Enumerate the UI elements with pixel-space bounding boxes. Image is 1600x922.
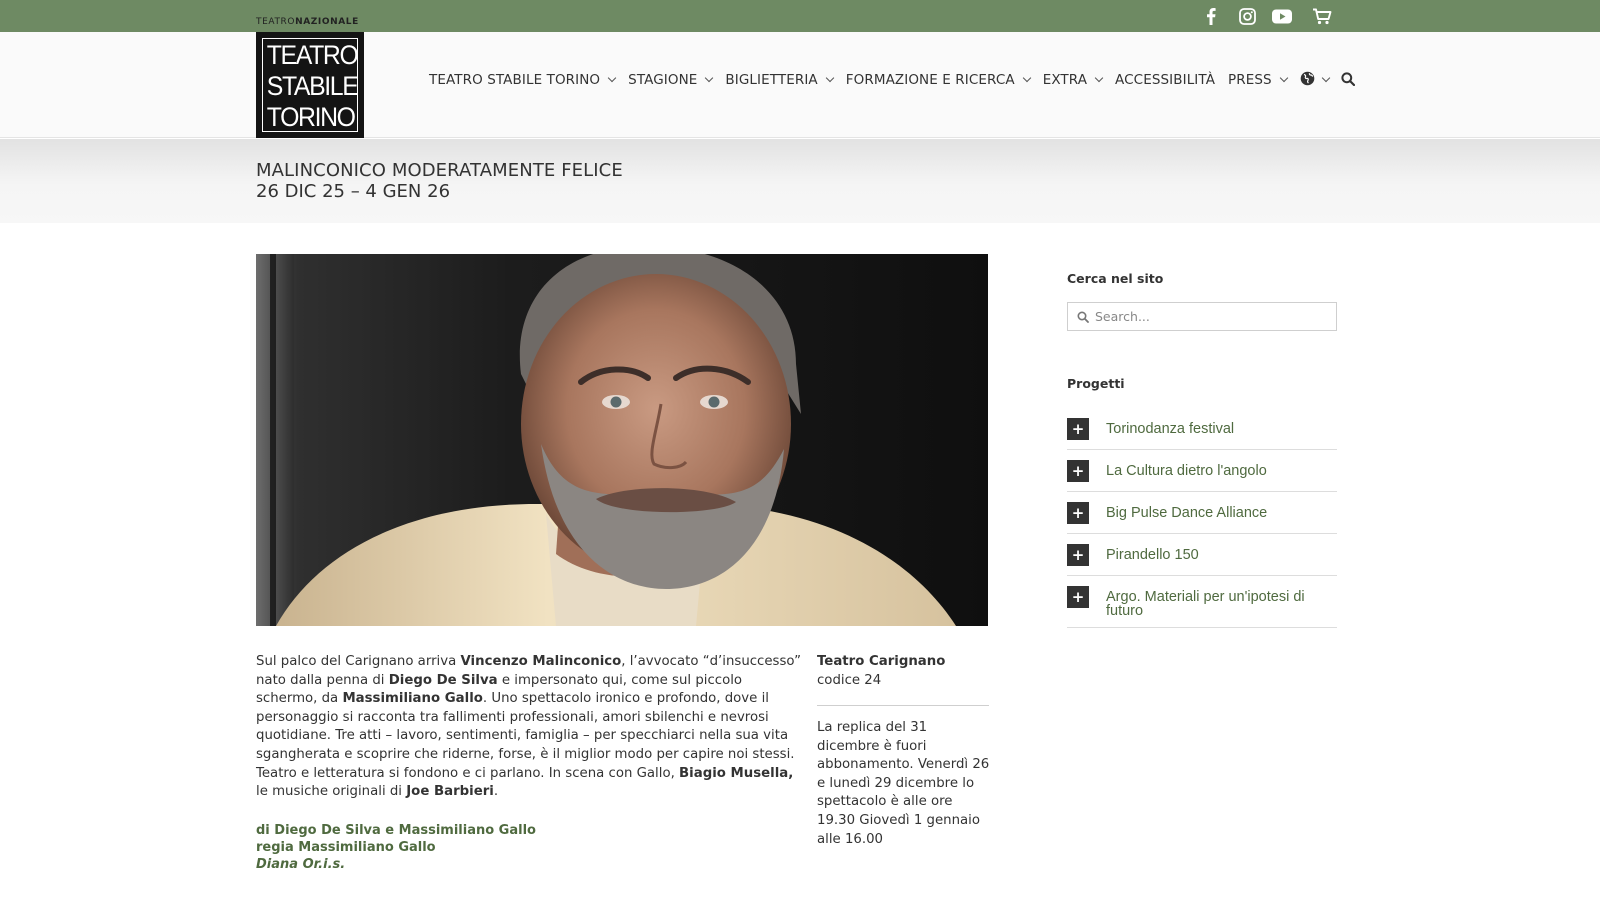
logo-line-1: TEATRO: [266, 40, 359, 70]
top-bar: [0, 0, 1600, 32]
nav-extra[interactable]: EXTRA: [1042, 72, 1104, 88]
project-item[interactable]: + Pirandello 150: [1067, 534, 1337, 576]
chevron-down-icon: [1094, 73, 1104, 83]
search-icon: [1341, 71, 1355, 90]
project-item[interactable]: + La Cultura dietro l'angolo: [1067, 450, 1337, 492]
project-item[interactable]: + Big Pulse Dance Alliance: [1067, 492, 1337, 534]
nav-formazione-e-ricerca[interactable]: FORMAZIONE E RICERCA: [845, 72, 1031, 88]
event-description: Sul palco del Carignano arriva Vincenzo …: [256, 653, 802, 802]
venue-name: Teatro Carignano: [817, 654, 946, 669]
nav-label: FORMAZIONE E RICERCA: [845, 72, 1015, 88]
event-notes: La replica del 31 dicembre è fuori abbon…: [817, 720, 990, 847]
chevron-down-icon: [1279, 73, 1288, 83]
logo-line-3: TORINO: [266, 102, 356, 132]
text-run: Sul palco del Carignano arriva: [256, 654, 461, 669]
nav-press[interactable]: PRESS: [1228, 72, 1288, 88]
credit-line: di Diego De Silva e Massimiliano Gallo: [256, 823, 536, 838]
plus-icon: +: [1067, 418, 1089, 440]
credit-line: Diana Or.i.s.: [256, 857, 346, 872]
logo-frame: TEATRO STABILE TORINO: [262, 38, 359, 132]
chevron-down-icon: [705, 73, 714, 83]
logo-line-2: STABILE: [266, 71, 359, 101]
nav-label: STAGIONE: [628, 72, 698, 88]
project-label: Pirandello 150: [1106, 547, 1199, 563]
actor-name: Massimiliano Gallo: [342, 691, 483, 707]
language-selector[interactable]: [1300, 71, 1330, 90]
project-item[interactable]: + Argo. Materiali per un'ipotesi di futu…: [1067, 576, 1337, 628]
project-item[interactable]: + Torinodanza festival: [1067, 408, 1337, 450]
author-name: Diego De Silva: [388, 672, 498, 688]
page-dates: 26 DIC 25 – 4 GEN 26: [256, 181, 451, 202]
plus-icon: +: [1067, 544, 1089, 566]
sidebar-search-heading: Cerca nel sito: [1067, 271, 1164, 286]
project-label: Argo. Materiali per un'ipotesi di futuro: [1106, 589, 1305, 619]
project-label: Big Pulse Dance Alliance: [1106, 505, 1268, 521]
plus-icon: +: [1067, 502, 1089, 524]
globe-icon: [1300, 71, 1315, 90]
nav-biglietteria[interactable]: BIGLIETTERIA: [725, 72, 834, 88]
chevron-down-icon: [607, 73, 617, 83]
nav-label: PRESS: [1228, 72, 1272, 88]
nav-label: BIGLIETTERIA: [725, 72, 818, 88]
main-nav: TEATRO STABILE TORINO STAGIONE BIGLIETTE…: [429, 68, 1355, 92]
event-info: Teatro Carignano codice 24: [817, 653, 989, 690]
chevron-down-icon: [1321, 73, 1330, 83]
nav-label: TEATRO STABILE TORINO: [429, 72, 601, 88]
event-code: codice 24: [817, 672, 882, 688]
actor-name: Biagio Musella,: [679, 765, 794, 781]
nav-label: EXTRA: [1042, 72, 1088, 88]
nav-label: ACCESSIBILITÀ: [1115, 72, 1216, 88]
portrait-photo: [256, 254, 956, 626]
nav-accessibilita[interactable]: ACCESSIBILITÀ: [1115, 72, 1215, 88]
text-run: le musiche originali di: [256, 784, 407, 800]
sidebar-search-input[interactable]: [1095, 309, 1315, 324]
composer-name: Joe Barbieri: [406, 784, 494, 800]
page-title: MALINCONICO MODERATAMENTE FELICE: [256, 160, 623, 181]
project-label: Torinodanza festival: [1106, 421, 1235, 437]
hero-image: [256, 254, 988, 626]
sidebar-projects-heading: Progetti: [1067, 376, 1125, 391]
site-logo[interactable]: TEATRO STABILE TORINO: [256, 32, 364, 138]
facebook-icon[interactable]: [1201, 5, 1221, 27]
instagram-icon[interactable]: [1236, 5, 1258, 27]
page-title-bar: [0, 139, 1600, 223]
chevron-down-icon: [825, 73, 834, 83]
chevron-down-icon: [1022, 73, 1031, 83]
logo-tagline: TEATRONAZIONALE: [256, 17, 359, 27]
youtube-icon[interactable]: [1270, 5, 1294, 27]
plus-icon: +: [1067, 586, 1089, 608]
nav-stagione[interactable]: STAGIONE: [628, 72, 714, 88]
project-label: La Cultura dietro l'angolo: [1106, 463, 1267, 479]
sidebar-search: [1067, 302, 1337, 331]
search-icon: [1077, 310, 1089, 323]
plus-icon: +: [1067, 460, 1089, 482]
credit-line: regia Massimiliano Gallo: [256, 840, 436, 855]
divider: [817, 705, 989, 706]
nav-teatro-stabile-torino[interactable]: TEATRO STABILE TORINO: [429, 72, 617, 88]
actor-name: Vincenzo Malinconico: [460, 654, 622, 669]
text-run: .: [493, 784, 499, 800]
cart-icon[interactable]: [1310, 5, 1334, 27]
header-search-button[interactable]: [1341, 71, 1355, 90]
event-credits: di Diego De Silva e Massimiliano Gallo r…: [256, 822, 536, 873]
